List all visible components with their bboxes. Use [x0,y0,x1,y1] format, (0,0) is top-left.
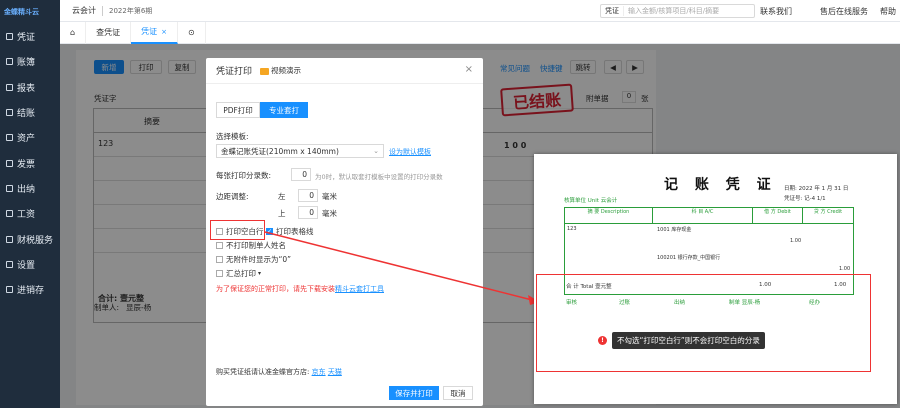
preview-unit: 核算单位 Unit 云会计 [564,198,618,204]
callout: ! 不勾选“打印空白行”则不会打印空白的分录 [598,332,765,349]
preview-title: 记 账 凭 证 [664,177,777,193]
alert-icon: ! [598,336,607,345]
print-preview: 记 账 凭 证 核算单位 Unit 云会计 日期: 2022 年 1 月 31 … [534,154,897,404]
preview-date: 日期: 2022 年 1 月 31 日 [784,186,849,192]
preview-number: 凭证号: 记-4 1/1 [784,196,826,202]
preview-highlight [536,274,871,372]
